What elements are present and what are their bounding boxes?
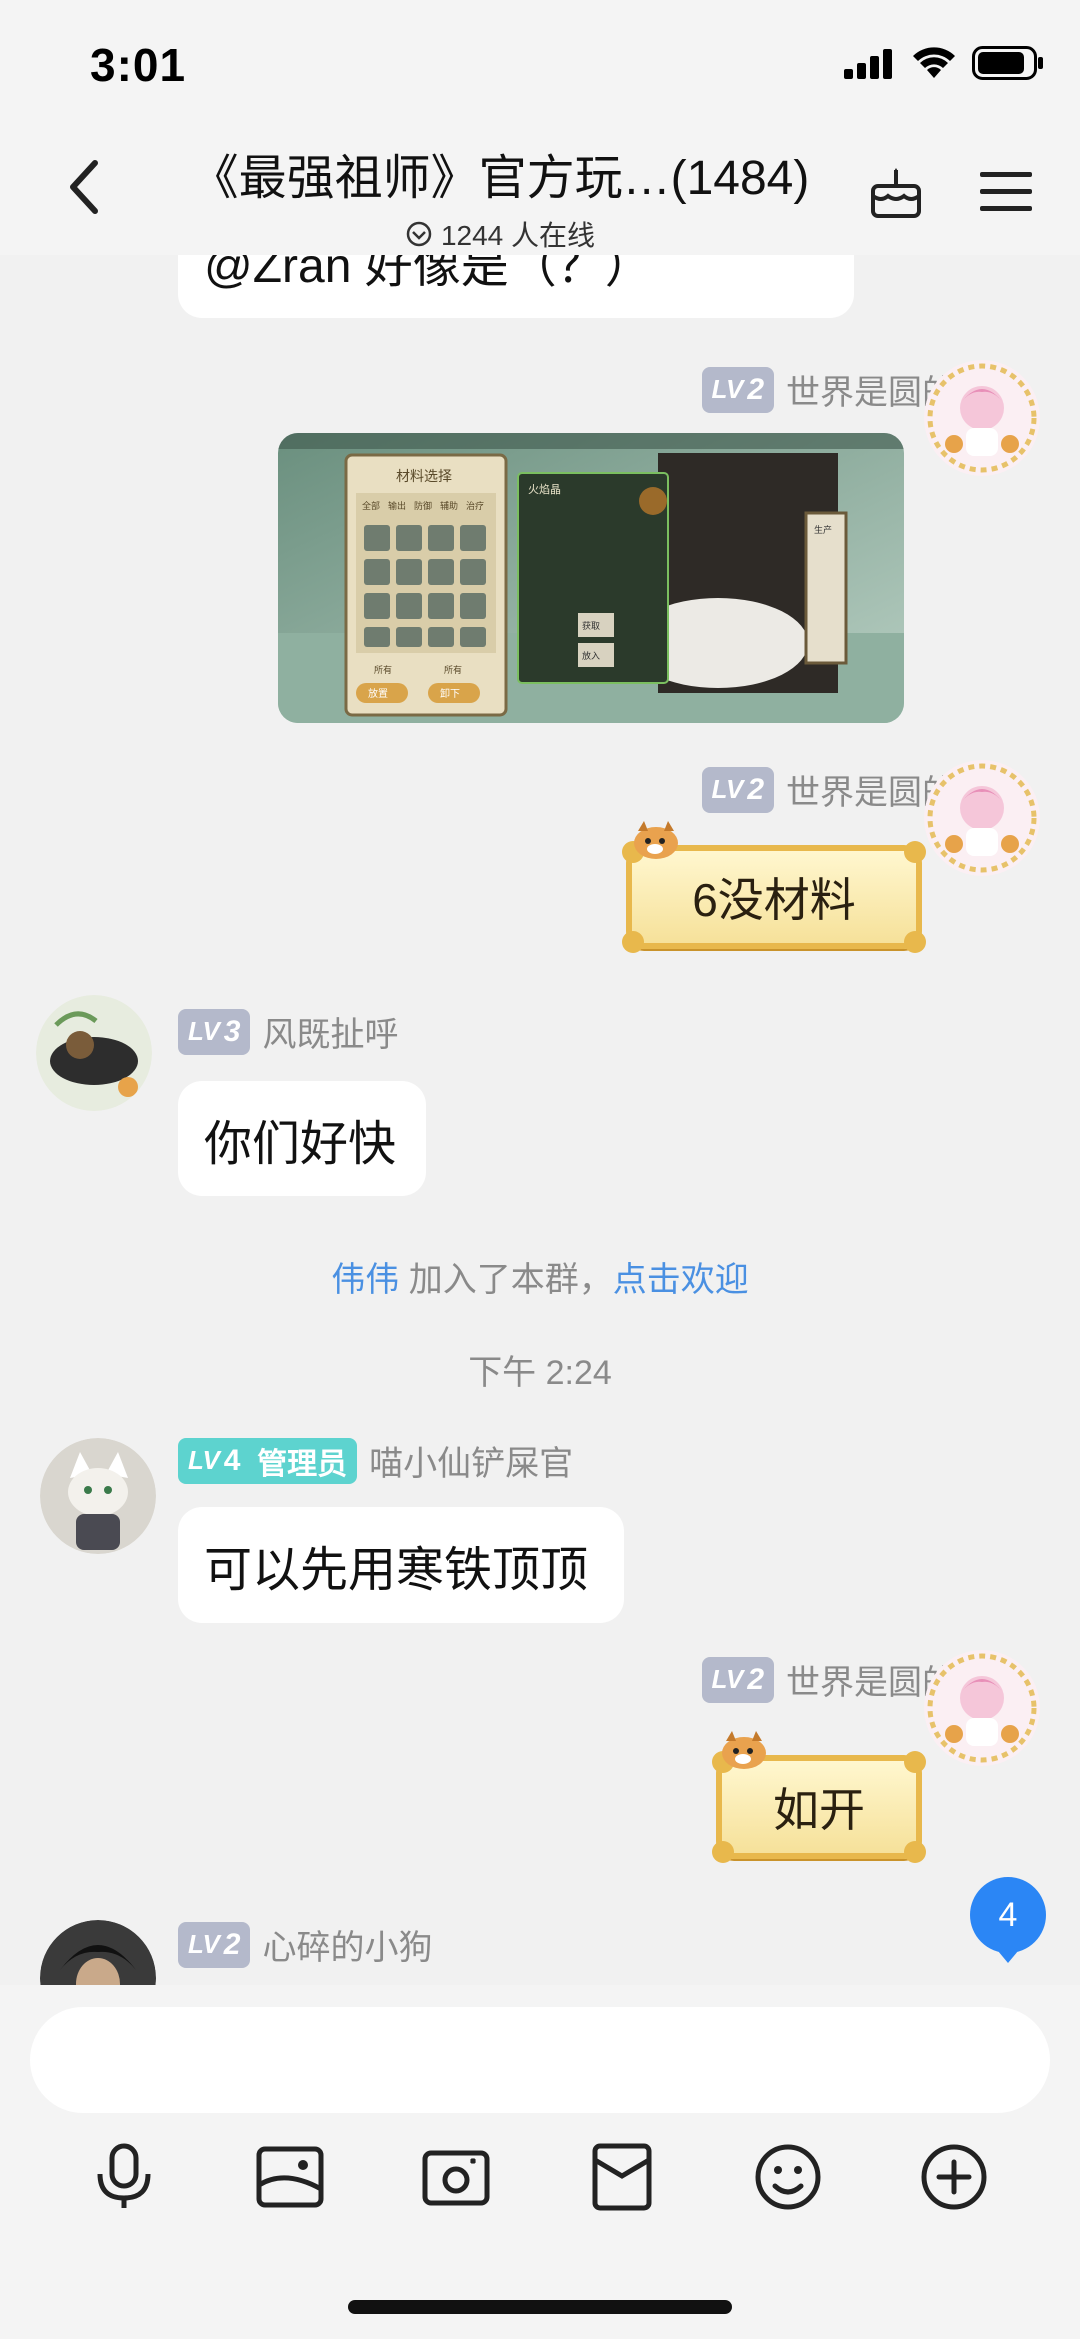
online-count-row: 1244 人在线 — [150, 214, 850, 254]
sender-row: LV 2 心碎的小狗 — [178, 1920, 432, 1969]
join-notice-text: 加入了本群， — [399, 1261, 613, 1299]
message-bubble-partial[interactable]: @Zran 好像是（？） — [178, 255, 854, 318]
plus-icon — [921, 2144, 987, 2210]
dog-sticker-icon — [722, 1731, 766, 1769]
game-tab: 辅助 — [440, 500, 458, 512]
game-tab: 治疗 — [466, 500, 484, 512]
game-remove-button: 卸下 — [440, 687, 460, 700]
emoji-button[interactable] — [748, 2137, 828, 2217]
level-badge: LV 3 — [178, 1008, 251, 1055]
sender-name: 心碎的小狗 — [262, 1929, 433, 1967]
title-block[interactable]: 《最强祖师》官方玩…(1484) 1244 人在线 — [150, 138, 850, 254]
message-text: 可以先用寒铁顶顶 — [204, 1544, 589, 1597]
level-badge: LV 2 — [701, 366, 774, 413]
image-button[interactable] — [250, 2137, 330, 2217]
sender-name: 风既扯呼 — [262, 1016, 399, 1054]
sender-row: LV 2 世界是圆的 — [701, 365, 956, 414]
timestamp: 下午 2:24 — [468, 1354, 612, 1392]
game-side-label: 生产 — [814, 524, 832, 536]
sticker-text: 6没材料 — [692, 874, 856, 926]
microphone-icon — [97, 2143, 151, 2208]
input-area — [0, 1985, 1080, 2339]
game-put-button: 放入 — [582, 650, 600, 662]
chat-title: 《最强祖师》官方玩…(1484) — [190, 152, 810, 205]
shared-image[interactable]: 材料选择 全部 输出 防御 辅助 治疗 所有 所有 火焰晶 获取 放入 放置 卸… — [278, 433, 904, 723]
sender-row: LV 2 世界是圆的 — [701, 765, 956, 814]
sender-row: LV 3 风既扯呼 — [178, 1007, 398, 1056]
online-status-icon — [406, 221, 432, 247]
avatar[interactable] — [924, 760, 1040, 876]
sender-row: LV 2 世界是圆的 — [701, 1655, 956, 1704]
avatar[interactable] — [40, 1920, 156, 1985]
unread-count-badge[interactable]: 4 — [970, 1877, 1046, 1963]
status-icons — [844, 46, 1044, 80]
game-select: 所有 — [374, 664, 392, 676]
game-select: 所有 — [444, 664, 462, 676]
menu-button[interactable] — [972, 158, 1040, 226]
voice-button[interactable] — [84, 2137, 164, 2217]
avatar[interactable] — [924, 360, 1040, 476]
level-badge: LV 2 — [701, 766, 774, 813]
wifi-icon — [913, 47, 955, 78]
sender-row: LV 4 管理员 喵小仙铲屎官 — [178, 1436, 573, 1485]
admin-role: 管理员 — [257, 1447, 348, 1481]
emoji-icon — [755, 2144, 821, 2210]
battery-icon — [972, 46, 1043, 80]
level-badge: LV 2 — [701, 1656, 774, 1703]
sticker-text: 如开 — [773, 1784, 865, 1836]
game-place-button: 放置 — [368, 687, 388, 700]
hamburger-menu-icon — [980, 172, 1032, 211]
member-name-link[interactable]: 伟伟 — [331, 1261, 399, 1299]
chat-screen: 3:01 《最强祖师》官方玩…(1484) 1244 人在线 @Zran 好像是… — [0, 0, 1080, 2339]
message-text: @Zran 好像是（？） — [204, 255, 653, 293]
red-packet-button[interactable] — [582, 2137, 662, 2217]
game-tab: 输出 — [388, 500, 406, 512]
cake-icon — [871, 168, 921, 218]
message-input[interactable] — [30, 2007, 1050, 2113]
game-item-name: 火焰晶 — [528, 482, 561, 496]
level-badge-admin: LV 4 管理员 — [178, 1437, 358, 1484]
cellular-signal-icon — [844, 49, 892, 79]
game-panel-title: 材料选择 — [396, 469, 452, 485]
sender-name: 喵小仙铲屎官 — [369, 1445, 574, 1483]
avatar[interactable] — [36, 995, 152, 1111]
online-count: 1244 人在线 — [440, 220, 596, 251]
home-indicator[interactable] — [348, 2300, 732, 2314]
level-badge: LV 2 — [178, 1921, 251, 1968]
join-notice: 伟伟 加入了本群，点击欢迎 — [0, 1252, 1080, 1301]
chevron-left-icon — [70, 160, 98, 214]
dog-sticker-icon — [634, 821, 678, 859]
more-button[interactable] — [914, 2137, 994, 2217]
message-bubble[interactable]: 你们好快 — [178, 1081, 426, 1196]
back-button[interactable] — [48, 152, 118, 222]
chat-header: 《最强祖师》官方玩…(1484) 1244 人在线 — [0, 130, 1080, 255]
game-tab: 防御 — [414, 500, 432, 512]
welcome-link[interactable]: 点击欢迎 — [613, 1261, 749, 1299]
red-packet-icon — [592, 2143, 652, 2211]
group-gift-button[interactable] — [862, 158, 930, 226]
camera-icon — [422, 2150, 490, 2206]
camera-button[interactable] — [416, 2137, 496, 2217]
message-text: 你们好快 — [204, 1117, 397, 1171]
message-list[interactable]: @Zran 好像是（？） LV 2 世界是圆的 材料选择 全部 输出 防御 辅助… — [0, 255, 1080, 1985]
status-time: 3:01 — [90, 39, 187, 91]
message-bubble[interactable]: 可以先用寒铁顶顶 — [178, 1507, 624, 1623]
avatar[interactable] — [40, 1438, 156, 1554]
status-bar: 3:01 — [0, 0, 1080, 130]
avatar[interactable] — [924, 1650, 1040, 1766]
game-get-button: 获取 — [582, 621, 600, 632]
game-tab: 全部 — [362, 500, 380, 512]
image-icon — [256, 2146, 324, 2208]
